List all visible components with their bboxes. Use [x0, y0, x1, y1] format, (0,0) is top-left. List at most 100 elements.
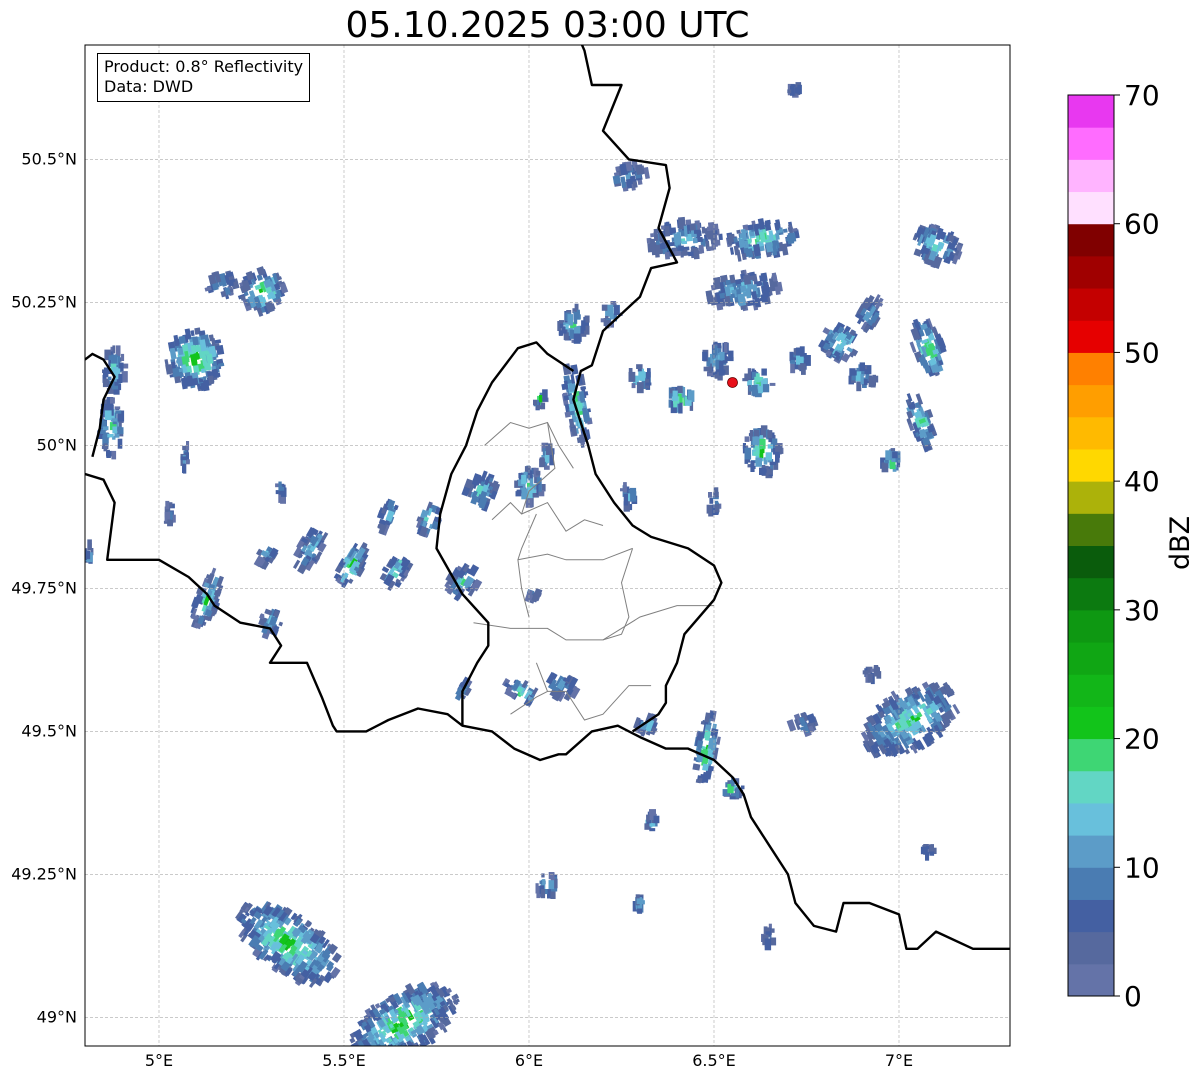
map-title: 05.10.2025 03:00 UTC: [345, 5, 750, 46]
colorbar-segment: [1068, 191, 1114, 225]
radar-echo: [912, 223, 964, 269]
radar-echo: [180, 441, 190, 474]
radar-echo: [628, 364, 652, 394]
colorbar-label: dBZ: [1165, 515, 1196, 570]
colorbar-segment: [1068, 448, 1114, 482]
latitude-tick-label: 50°N: [37, 435, 77, 454]
district-border-line: [473, 605, 714, 641]
radar-echo: [668, 385, 695, 414]
colorbar-segment: [1068, 159, 1114, 193]
radar-echo: [702, 341, 734, 381]
colorbar-segment: [1068, 95, 1114, 128]
longitude-tick-label: 6.5°E: [692, 1051, 736, 1070]
radar-echo: [190, 567, 224, 630]
colorbar-segment: [1068, 545, 1114, 579]
radar-echo: [85, 539, 94, 564]
radar-echo: [862, 665, 882, 685]
radar-echo: [535, 872, 558, 899]
colorbar-tick-label: 70: [1124, 79, 1160, 112]
radar-echo: [880, 448, 901, 473]
radar-echo: [461, 470, 501, 512]
colorbar-segment: [1068, 642, 1114, 675]
district-border-line: [517, 547, 633, 561]
radar-echo-layer: [85, 82, 964, 1046]
colorbar-segment: [1068, 127, 1114, 160]
longitude-tick-label: 5°E: [145, 1051, 173, 1070]
radar-echo: [253, 546, 279, 571]
country-border-line: [85, 472, 1010, 950]
radar-echo: [524, 588, 543, 604]
radar-echo: [292, 526, 329, 575]
longitude-tick-label: 5.5°E: [322, 1051, 366, 1070]
colorbar-segment: [1068, 899, 1114, 933]
radar-echo: [97, 397, 125, 460]
colorbar-tick-label: 10: [1124, 851, 1160, 884]
colorbar-segment: [1068, 320, 1114, 353]
radar-echo: [848, 362, 879, 392]
colorbar-segment: [1068, 706, 1114, 740]
radar-echo: [620, 482, 638, 512]
colorbar-segment: [1068, 738, 1114, 772]
radar-echo: [787, 82, 802, 98]
radar-echo: [612, 159, 650, 192]
radar-echo: [545, 671, 581, 702]
radar-echo: [632, 894, 645, 914]
latitude-tick-label: 49.5°N: [21, 721, 77, 740]
colorbar-segment: [1068, 481, 1114, 514]
radar-echo: [258, 608, 284, 640]
colorbar-segment: [1068, 513, 1114, 546]
radar-echo: [725, 218, 800, 262]
radar-echo: [742, 425, 784, 479]
latitude-tick-label: 49.75°N: [11, 578, 77, 597]
colorbar-segment: [1068, 835, 1114, 868]
radar-echo: [379, 555, 414, 592]
radar-echo: [761, 923, 777, 951]
colorbar-tick-label: 40: [1124, 465, 1160, 498]
radar-echo: [561, 363, 593, 449]
country-borders: [85, 45, 1010, 950]
radar-echo: [333, 541, 370, 589]
colorbar-segment: [1068, 288, 1114, 321]
radar-echo: [854, 294, 884, 334]
longitude-tick-label: 6°E: [515, 1051, 543, 1070]
radar-echo: [102, 345, 129, 395]
radar-echo: [502, 678, 539, 708]
longitude-tick-label: 7°E: [885, 1051, 913, 1070]
colorbar-segment: [1068, 384, 1114, 418]
colorbar-tick-label: 0: [1124, 980, 1142, 1013]
colorbar-segment: [1068, 802, 1114, 836]
data-source-label: Data: DWD: [104, 77, 194, 96]
radar-echo: [860, 681, 961, 759]
radar-echo: [376, 498, 399, 536]
colorbar-segment: [1068, 931, 1114, 965]
colorbar-segment: [1068, 223, 1114, 257]
radar-echo: [646, 216, 723, 260]
latitude-tick-label: 50.5°N: [21, 149, 77, 168]
radar-echo: [164, 327, 225, 392]
colorbar-tick-label: 20: [1124, 723, 1160, 756]
radar-echo: [557, 303, 590, 344]
radar-echo: [786, 711, 819, 738]
radar-echo: [204, 270, 240, 300]
radar-echo: [909, 318, 947, 377]
district-border-line: [535, 662, 652, 721]
colorbar-segment: [1068, 963, 1114, 997]
country-border-line: [435, 341, 575, 726]
radar-echo: [533, 389, 549, 411]
radar-echo: [514, 465, 546, 508]
colorbar-tick-label: 60: [1124, 208, 1160, 241]
colorbar-segment: [1068, 674, 1114, 707]
colorbar-tick-label: 50: [1124, 336, 1160, 369]
radar-echo: [237, 266, 289, 317]
radar-echo: [163, 500, 176, 527]
radar-echo: [235, 901, 342, 988]
colorbar-segment: [1068, 352, 1114, 386]
radar-map-figure: 5°E 5.5°E 6°E 6.5°E 7°E 49°N 49.25°N 49.5°N 49.7…: [11, 44, 1160, 1070]
product-info-box: Product: 0.8° Reflectivity Data: DWD: [97, 53, 311, 102]
radar-echo: [789, 346, 811, 375]
radar-echo: [920, 844, 937, 861]
colorbar-tick-label: 30: [1124, 594, 1160, 627]
colorbar: 0 10 20 30 40 50 60 70: [1067, 79, 1160, 1013]
radar-echo: [644, 809, 660, 832]
district-border-line: [491, 501, 604, 532]
